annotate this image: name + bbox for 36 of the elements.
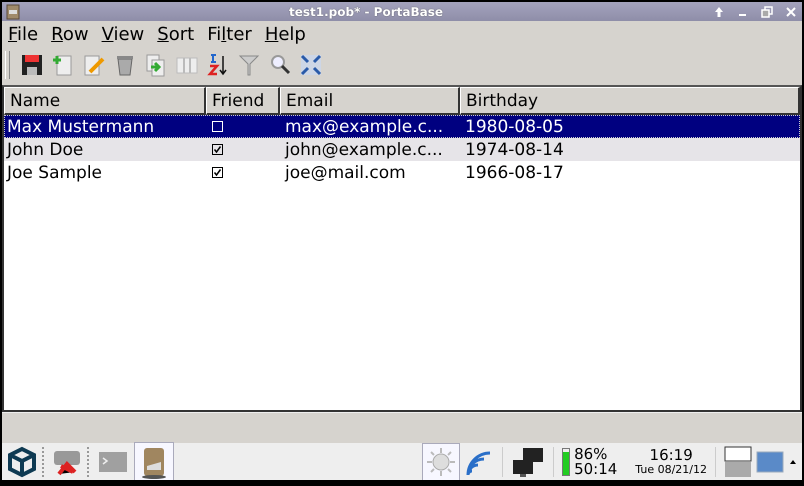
table-row[interactable]: Joe Sample joe@mail.com 1966-08-17 <box>4 161 800 184</box>
menu-item[interactable]: Help <box>264 24 306 44</box>
maximize-icon[interactable] <box>760 4 774 18</box>
menu-item[interactable]: File <box>8 24 38 44</box>
battery-time: 50:14 <box>574 462 618 476</box>
desktop-switcher-icon[interactable] <box>724 446 752 478</box>
table-cell: Joe Sample <box>7 162 102 182</box>
battery-meter <box>562 448 570 476</box>
window-title: test1.pob* - PortaBase <box>288 4 444 18</box>
table-cell: 1974-08-14 <box>465 140 564 160</box>
table-cell: Max Mustermann <box>7 116 154 136</box>
save-icon[interactable] <box>19 52 45 78</box>
network-icon[interactable] <box>511 446 546 478</box>
table-cell: max@example.c... <box>285 116 444 136</box>
table-cell: John Doe <box>7 140 84 160</box>
table-row[interactable]: Max Mustermann max@example.c... 1980-08-05 <box>4 115 800 138</box>
table-row[interactable]: John Doe john@example.c... 1974-08-14 <box>4 138 800 161</box>
table-cell: 1966-08-17 <box>465 162 564 182</box>
clock-time: 16:19 <box>650 447 693 463</box>
clock-date: Tue 08/21/12 <box>635 463 707 476</box>
menu-item[interactable]: Sort <box>157 24 194 44</box>
table-cell: joe@mail.com <box>285 162 406 182</box>
menu-item[interactable]: Row <box>51 24 89 44</box>
close-icon[interactable] <box>784 4 798 18</box>
battery-percent: 86% <box>574 446 608 462</box>
cabinet-icon <box>6 4 20 20</box>
up-arrow-icon[interactable] <box>712 4 726 18</box>
checkbox[interactable] <box>212 144 223 155</box>
menu-item[interactable]: Filter <box>207 24 252 44</box>
cabinet-icon[interactable] <box>134 442 174 480</box>
cube-icon[interactable] <box>6 446 38 478</box>
table-cell: 1980-08-05 <box>465 116 564 136</box>
checkbox[interactable] <box>212 167 223 178</box>
table-cell: john@example.c... <box>285 140 443 160</box>
fullscreen-icon[interactable] <box>298 52 324 78</box>
menu-item[interactable]: View <box>102 24 144 44</box>
